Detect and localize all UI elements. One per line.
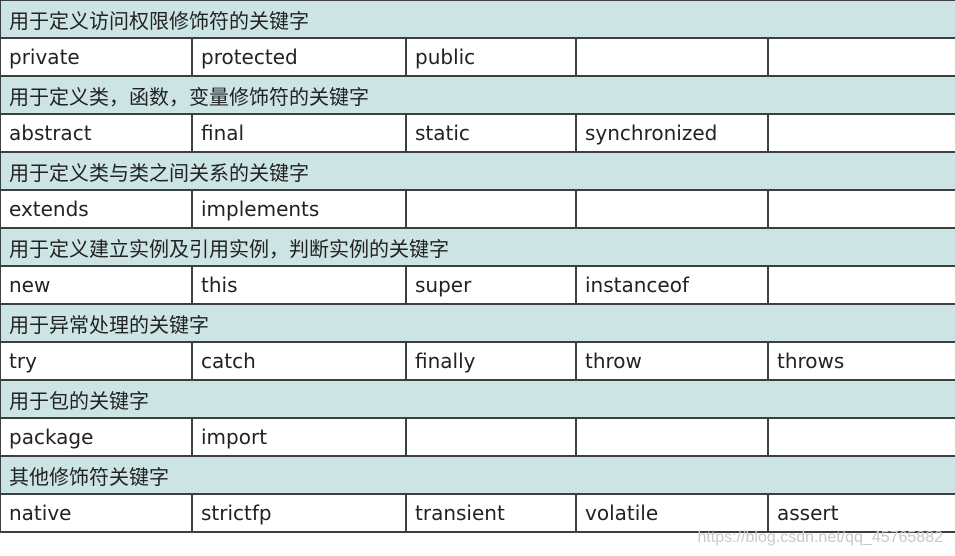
keyword-cell: try [0, 341, 193, 381]
keyword-cell [766, 113, 955, 153]
keyword-cell: extends [0, 189, 193, 229]
keyword-cell: native [0, 493, 193, 533]
keyword-row: try catch finally throw throws [0, 341, 955, 381]
keyword-cell: abstract [0, 113, 193, 153]
section-title: 用于包的关键字 [0, 379, 955, 419]
keyword-cell: throws [766, 341, 955, 381]
keyword-cell: protected [191, 37, 407, 77]
section-title: 其他修饰符关键字 [0, 455, 955, 495]
keyword-cell [575, 417, 769, 457]
keyword-cell [405, 417, 577, 457]
section-header-row: 用于定义类，函数，变量修饰符的关键字 [0, 75, 955, 115]
keyword-row: native strictfp transient volatile assert [0, 493, 955, 533]
keyword-cell: finally [405, 341, 577, 381]
keyword-cell: synchronized [575, 113, 769, 153]
keyword-cell [575, 37, 769, 77]
keyword-cell [405, 189, 577, 229]
keyword-row: private protected public [0, 37, 955, 77]
section-title: 用于定义访问权限修饰符的关键字 [0, 0, 955, 39]
keyword-row: new this super instanceof [0, 265, 955, 305]
keyword-cell: import [191, 417, 407, 457]
keyword-cell [766, 265, 955, 305]
section-header-row: 用于定义类与类之间关系的关键字 [0, 151, 955, 191]
keyword-cell: private [0, 37, 193, 77]
keyword-cell: volatile [575, 493, 769, 533]
keyword-cell: assert [766, 493, 955, 533]
section-header-row: 用于定义建立实例及引用实例，判断实例的关键字 [0, 227, 955, 267]
section-header-row: 用于包的关键字 [0, 379, 955, 419]
keyword-cell: final [191, 113, 407, 153]
section-header-row: 其他修饰符关键字 [0, 455, 955, 495]
keyword-cell: instanceof [575, 265, 769, 305]
keyword-cell [766, 189, 955, 229]
keyword-cell: strictfp [191, 493, 407, 533]
keyword-cell [575, 189, 769, 229]
keyword-row: package import [0, 417, 955, 457]
keyword-cell: throw [575, 341, 769, 381]
keyword-cell: super [405, 265, 577, 305]
keyword-cell [766, 417, 955, 457]
section-title: 用于异常处理的关键字 [0, 303, 955, 343]
keyword-cell [766, 37, 955, 77]
keyword-cell: new [0, 265, 193, 305]
section-title: 用于定义类，函数，变量修饰符的关键字 [0, 75, 955, 115]
keyword-row: abstract final static synchronized [0, 113, 955, 153]
keyword-cell: public [405, 37, 577, 77]
keyword-cell: static [405, 113, 577, 153]
section-title: 用于定义类与类之间关系的关键字 [0, 151, 955, 191]
keyword-cell: this [191, 265, 407, 305]
keyword-cell: catch [191, 341, 407, 381]
section-title: 用于定义建立实例及引用实例，判断实例的关键字 [0, 227, 955, 267]
section-header-row: 用于异常处理的关键字 [0, 303, 955, 343]
keyword-cell: transient [405, 493, 577, 533]
section-header-row: 用于定义访问权限修饰符的关键字 [0, 0, 955, 39]
keyword-cell: package [0, 417, 193, 457]
keyword-cell: implements [191, 189, 407, 229]
keyword-row: extends implements [0, 189, 955, 229]
java-keywords-table: 用于定义访问权限修饰符的关键字 private protected public 用于定… [0, 0, 955, 533]
